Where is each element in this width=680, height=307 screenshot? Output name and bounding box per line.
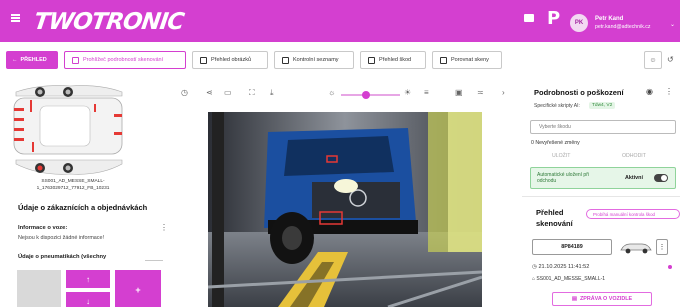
more-icon[interactable]: ⋮ (665, 87, 673, 96)
damage-details-title: Podrobnosti o poškození (534, 88, 624, 97)
ai-scripts-label: Specifické skripty AI: (534, 103, 580, 109)
divider (145, 260, 163, 261)
next-icon[interactable]: › (502, 88, 505, 97)
autosave-toggle[interactable] (654, 174, 668, 182)
expand-icon[interactable]: ⛶ (249, 88, 255, 98)
scan-overview-title: Přehled skenování (536, 208, 573, 228)
ai-scripts-tag: Tdw4, V2 (589, 102, 616, 109)
arrow-up-button[interactable]: ↑ (66, 270, 110, 288)
damage-icon (368, 56, 375, 64)
status-badge: Probíhá manuální kontrola škod (586, 209, 680, 219)
avatar[interactable]: PK (570, 14, 588, 32)
menu-icon[interactable] (11, 14, 20, 22)
tab-label: Kontrolní seznamy (293, 57, 339, 63)
more-icon[interactable]: ⋮ (160, 223, 168, 232)
tab-image-overview[interactable]: Přehled obrázků (192, 51, 268, 69)
top-bar: TWOTRONIC P PK Petr Kand petr.kand@adtec… (0, 0, 680, 42)
vehicle-damage-diagram[interactable] (10, 84, 130, 176)
right-panel: Podrobnosti o poškození ◉ ⋮ Specifické s… (522, 78, 680, 307)
back-button[interactable]: ← PŘEHLED (6, 51, 58, 69)
brightness-low-icon: ☼ (328, 88, 336, 97)
status-dot (668, 265, 672, 269)
adjust-icon[interactable]: ≡ (424, 88, 429, 97)
user-name: Petr Kand (595, 16, 624, 22)
tab-damage-overview[interactable]: Přehled škod (360, 51, 426, 69)
vehicle-info-text: Nejsou k dispozici žádné informace! (18, 235, 104, 241)
vehicle-info-label: Informace o voze: (18, 225, 68, 231)
autosave-status: Aktivní (625, 175, 643, 181)
tab-label: Porovnat skeny (451, 57, 489, 63)
unresolved-changes: 0 Nevyřešené změny (531, 140, 580, 146)
brightness-slider[interactable] (341, 94, 400, 96)
arrow-down-button[interactable]: ↓ (66, 292, 110, 307)
autosave-panel: Automatické uložení při odchodu Aktivní (530, 167, 676, 189)
user-email: petr.kand@adtechnik.cz (595, 24, 651, 30)
share-icon[interactable]: ⋖ (206, 88, 213, 97)
image-icon (200, 56, 207, 64)
add-button[interactable]: + (115, 270, 161, 307)
tab-checklists[interactable]: Kontrolní seznamy (274, 51, 354, 69)
filter-icon[interactable]: ≍ (477, 88, 484, 97)
scan-caption: SS001_AD_MESSE_SMALL- 1_1763029712_77912… (8, 179, 138, 192)
download-icon[interactable]: ⤓ (270, 88, 274, 98)
divider (522, 196, 680, 197)
history-icon[interactable]: ↺ (667, 55, 674, 64)
history-icon[interactable]: ◷ (181, 88, 188, 97)
back-button-label: PŘEHLED (20, 57, 47, 63)
eye-icon[interactable]: ◉ (646, 87, 653, 96)
message-icon[interactable] (524, 14, 534, 22)
select-placeholder: Vyberte škodu (539, 124, 571, 130)
vehicle-report-button[interactable]: ▤ ZPRÁVA O VOZIDLE (552, 292, 652, 306)
people-icon[interactable]: ☺ (644, 51, 662, 69)
tab-label: Prohlížeč podrobností skenování (83, 57, 164, 63)
tab-label: Přehled obrázků (211, 57, 252, 63)
section-title: Údaje o zákaznících a objednávkách (18, 203, 148, 212)
autosave-label: Automatické uložení při odchodu (537, 172, 589, 184)
tab-label: Přehled škod (379, 57, 412, 63)
more-icon[interactable]: ⋮ (656, 239, 668, 255)
parking-icon[interactable]: P (547, 8, 560, 29)
tire-image-placeholder (17, 270, 61, 307)
toolbar: ← PŘEHLED Prohlížeč podrobností skenován… (0, 46, 680, 74)
compare-icon (440, 56, 447, 64)
arrow-left-icon: ← (12, 57, 18, 63)
left-panel: SS001_AD_MESSE_SMALL- 1_1763029712_77912… (0, 78, 175, 307)
discard-button[interactable]: ODHODIT (622, 153, 646, 159)
scan-datetime: ◷ 21.10.2025 11:41:52 (532, 264, 590, 270)
brightness-high-icon: ☀ (404, 88, 412, 97)
license-plate: 8P84189 (532, 239, 612, 255)
scan-icon (72, 56, 79, 64)
report-icon: ▤ (571, 296, 577, 302)
report-label: ZPRÁVA O VOZIDLE (579, 296, 633, 302)
tires-label: Údaje o pneumatikách (všechny (18, 254, 107, 260)
slider-knob[interactable] (362, 91, 370, 99)
tab-compare-scans[interactable]: Porovnat skeny (432, 51, 502, 69)
device-value: SS001_AD_MESSE_SMALL-1 (536, 276, 606, 282)
scan-caption-line2: 1_1763029712_77912_FB_10231 (36, 185, 110, 191)
fullscreen-icon[interactable]: ▭ (224, 88, 232, 97)
tab-scan-detail-viewer[interactable]: Prohlížeč podrobností skenování (64, 51, 186, 69)
checklist-icon (282, 56, 289, 64)
damage-select[interactable]: Vyberte škodu (530, 120, 676, 134)
car-icon (620, 243, 652, 254)
image-icon[interactable]: ▣ (455, 88, 463, 97)
save-button[interactable]: ULOŽIT (552, 153, 570, 159)
scan-device: ⌂ SS001_AD_MESSE_SMALL-1 (532, 276, 606, 282)
vehicle-photo[interactable] (208, 112, 482, 307)
chevron-down-icon[interactable]: ⌄ (670, 21, 675, 28)
logo[interactable]: TWOTRONIC (32, 9, 185, 35)
datetime-value: 21.10.2025 11:41:52 (538, 264, 590, 270)
